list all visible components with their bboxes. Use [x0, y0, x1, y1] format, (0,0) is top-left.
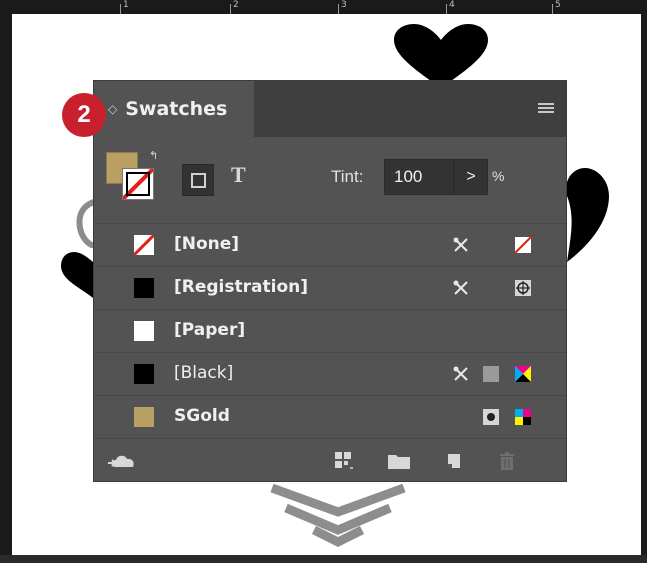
ruler-number: 4: [449, 0, 455, 10]
ruler-number: 1: [123, 0, 129, 10]
ruler-number: 3: [341, 0, 347, 10]
swatch-chip: [134, 407, 154, 427]
container-icon: [190, 172, 206, 188]
tint-input[interactable]: [384, 159, 454, 195]
ruler-tick: [230, 4, 231, 14]
panel-footer: [94, 438, 566, 482]
cmyk-icon: [515, 409, 531, 425]
collapse-icon[interactable]: ◇: [108, 102, 117, 116]
none-swatch-icon: [514, 236, 532, 254]
panel-title: Swatches: [125, 98, 228, 120]
swatch-list: [None] [Registration] [Paper] [Black] SG…: [94, 223, 566, 438]
tab-swatches[interactable]: ◇ Swatches: [94, 81, 254, 137]
chevron-artwork[interactable]: [268, 484, 408, 548]
swatch-row-black[interactable]: [Black]: [94, 352, 566, 395]
swatches-panel: ◇ Swatches ↰ T Tint: > % [None]: [93, 80, 567, 482]
spot-color-icon: [483, 409, 499, 425]
swatch-name: [Registration]: [174, 277, 308, 297]
new-swatch-icon[interactable]: [444, 451, 464, 471]
formatting-text-icon[interactable]: T: [231, 162, 246, 188]
tint-percent-label: %: [492, 168, 505, 184]
no-edit-icon: [453, 366, 468, 381]
swatch-row-none[interactable]: [None]: [94, 223, 566, 266]
fill-stroke-controls: ↰ T Tint: > %: [94, 137, 566, 223]
swatch-name: [Paper]: [174, 320, 246, 340]
tint-slider-button[interactable]: >: [454, 159, 488, 195]
no-edit-icon: [453, 280, 468, 295]
process-color-icon: [483, 366, 499, 382]
cc-libraries-icon[interactable]: [106, 451, 140, 471]
swatch-name: SGold: [174, 406, 230, 426]
none-chip-icon: [134, 235, 154, 255]
swatch-chip: [134, 278, 154, 298]
new-group-folder-icon[interactable]: [387, 451, 411, 471]
trash-icon[interactable]: [498, 451, 516, 471]
cmyk-icon: [515, 366, 531, 382]
panel-menu-icon[interactable]: [538, 103, 554, 115]
no-edit-icon: [453, 237, 468, 252]
registration-icon: [515, 280, 531, 296]
formatting-container-button[interactable]: [182, 164, 214, 196]
swatch-name: [Black]: [174, 363, 234, 383]
swatch-chip: [134, 364, 154, 384]
swatch-chip: [134, 235, 154, 255]
panel-tab-bar: ◇ Swatches: [94, 81, 566, 137]
swatch-row-paper[interactable]: [Paper]: [94, 309, 566, 352]
document-window-frame-right: [641, 0, 647, 563]
swatch-row-registration[interactable]: [Registration]: [94, 266, 566, 309]
swap-fill-stroke-icon[interactable]: ↰: [149, 149, 158, 162]
ruler-number: 5: [555, 0, 561, 10]
ruler-number: 2: [233, 0, 239, 10]
status-bar: [0, 555, 647, 563]
swatch-chip: [134, 321, 154, 341]
step-number-badge: 2: [62, 93, 106, 137]
ruler-tick: [120, 4, 121, 14]
color-group-icon[interactable]: [334, 451, 354, 471]
tint-label: Tint:: [331, 167, 364, 186]
none-slash-icon: [123, 169, 153, 199]
heart-artwork-right[interactable]: [563, 166, 613, 264]
ruler-tick: [552, 4, 553, 14]
ruler-tick: [338, 4, 339, 14]
horizontal-ruler[interactable]: 1 2 3 4 5: [0, 0, 647, 14]
heart-artwork-left[interactable]: [57, 250, 97, 300]
stroke-swatch-box[interactable]: [122, 168, 154, 200]
swatch-name: [None]: [174, 234, 240, 254]
swatch-row-sgold[interactable]: SGold: [94, 395, 566, 438]
document-window-frame-left: [0, 0, 12, 563]
ruler-tick: [446, 4, 447, 14]
